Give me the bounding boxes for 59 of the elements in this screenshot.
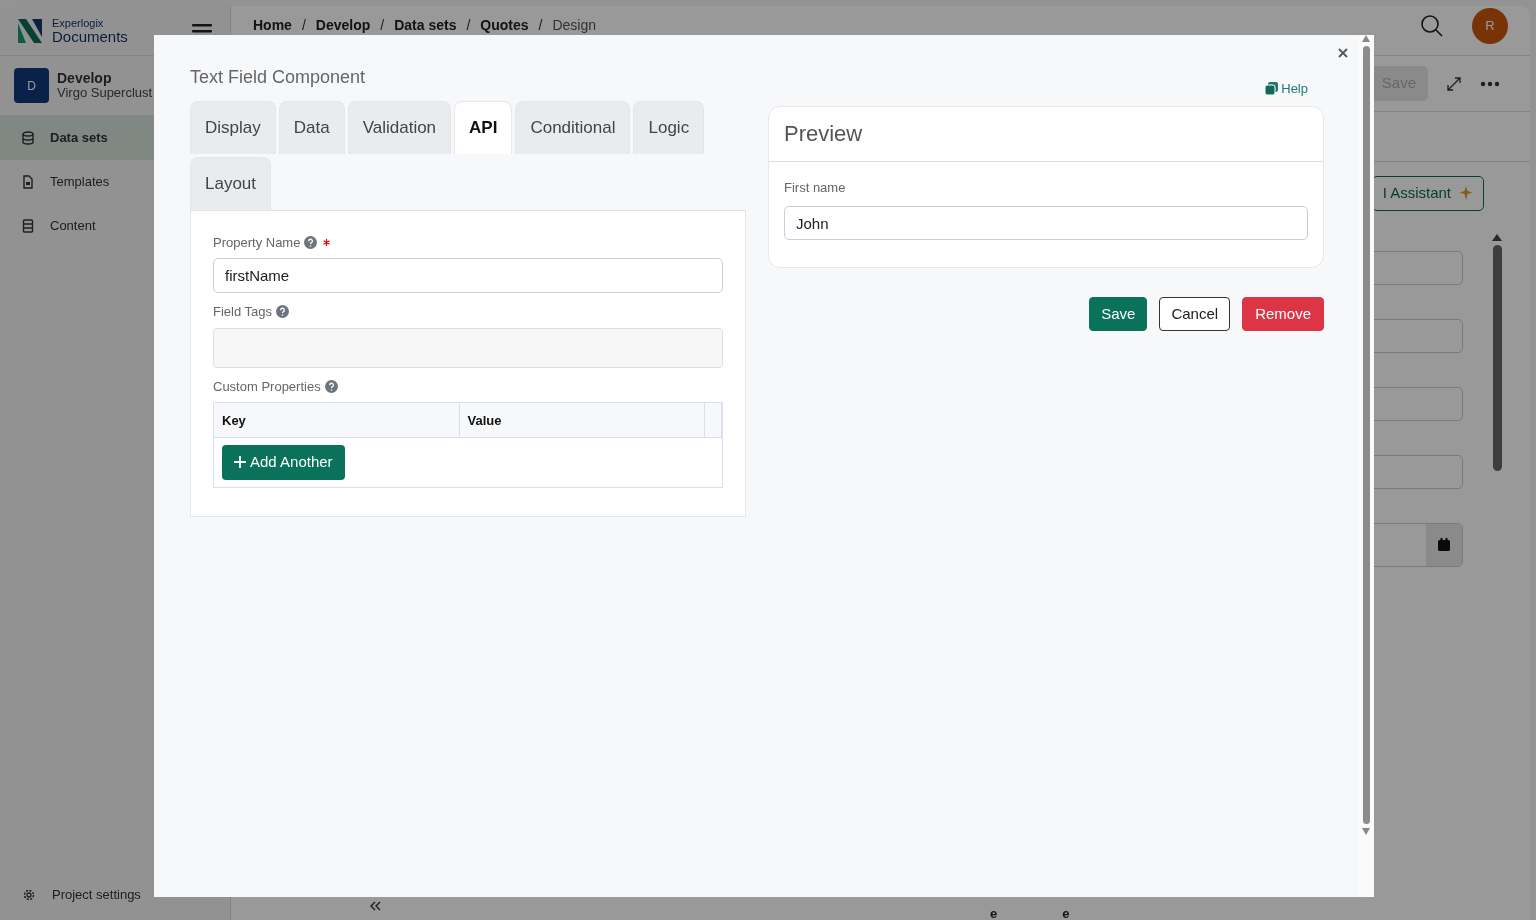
breadcrumb-separator: / — [466, 16, 471, 35]
breadcrumb-link[interactable]: Home — [253, 15, 292, 36]
breadcrumb-link[interactable]: Data sets — [394, 15, 457, 36]
project-settings-link[interactable]: Project settings — [0, 870, 230, 920]
database-icon — [22, 131, 34, 145]
tab[interactable]: API — [454, 100, 513, 154]
table-cell-text: e — [990, 905, 998, 920]
close-icon — [1338, 47, 1348, 58]
breadcrumb-link[interactable]: Develop — [315, 15, 371, 36]
collapse-icon[interactable] — [369, 901, 381, 911]
input-field[interactable]: John — [784, 206, 1308, 241]
breadcrumb-separator: / — [538, 16, 543, 35]
breadcrumb-separator: / — [301, 16, 306, 35]
dialog-button[interactable]: Remove — [1242, 297, 1324, 332]
tab[interactable]: Validation — [347, 100, 452, 154]
list-icon — [22, 219, 34, 233]
input-field[interactable]: firstName — [213, 258, 723, 294]
assistant-button[interactable]: I Assistant — [1371, 176, 1484, 211]
workspace-avatar: D — [14, 68, 49, 103]
tab[interactable]: Layout — [190, 156, 272, 210]
help-link[interactable]: Help — [1265, 79, 1308, 99]
field-label: Field Tags — [213, 303, 272, 322]
dialog-button[interactable]: Save — [1089, 297, 1148, 332]
workspace-subtitle: Virgo Superclust — [57, 86, 153, 101]
column-header: Key — [214, 403, 460, 438]
scroll-up-icon[interactable] — [1492, 234, 1502, 241]
search-icon[interactable] — [1420, 13, 1444, 38]
preview-title: Preview — [769, 106, 1323, 162]
add-another-button[interactable]: Add Another — [222, 445, 345, 480]
gear-icon — [22, 888, 36, 902]
breadcrumb-link[interactable]: Quotes — [480, 15, 529, 36]
brand-tagline: Experlogix — [52, 17, 105, 29]
calendar-icon — [1438, 538, 1450, 551]
field-label: First name — [784, 178, 847, 197]
dialog-button[interactable]: Cancel — [1159, 297, 1231, 332]
dialog-title: Text Field Component — [190, 67, 367, 89]
field-label: Property Name — [213, 233, 301, 252]
expand-icon[interactable] — [1446, 75, 1462, 92]
column-header: Value — [459, 403, 705, 438]
brand-name: Documents — [52, 28, 128, 44]
logo-icon — [18, 18, 42, 43]
more-icon[interactable] — [1480, 80, 1500, 87]
tab[interactable]: Display — [190, 100, 276, 154]
table-cell-text: e — [1062, 905, 1070, 920]
plus-icon — [234, 456, 246, 469]
breadcrumb-link[interactable]: Design — [552, 15, 597, 36]
field-label: Custom Properties — [213, 377, 321, 396]
tab[interactable]: Conditional — [515, 100, 631, 154]
scroll-down-icon — [1362, 828, 1370, 835]
user-avatar[interactable]: R — [1472, 7, 1508, 44]
breadcrumb-separator: / — [380, 16, 385, 35]
tab[interactable]: Logic — [633, 100, 705, 154]
workspace-name: Develop — [57, 70, 113, 87]
scrollbar-thumb[interactable] — [1492, 245, 1502, 471]
book-icon — [1265, 82, 1279, 96]
tab[interactable]: Data — [278, 100, 345, 154]
tags-field[interactable] — [213, 327, 723, 368]
scroll-up-icon — [1362, 35, 1370, 42]
document-icon — [22, 175, 34, 189]
